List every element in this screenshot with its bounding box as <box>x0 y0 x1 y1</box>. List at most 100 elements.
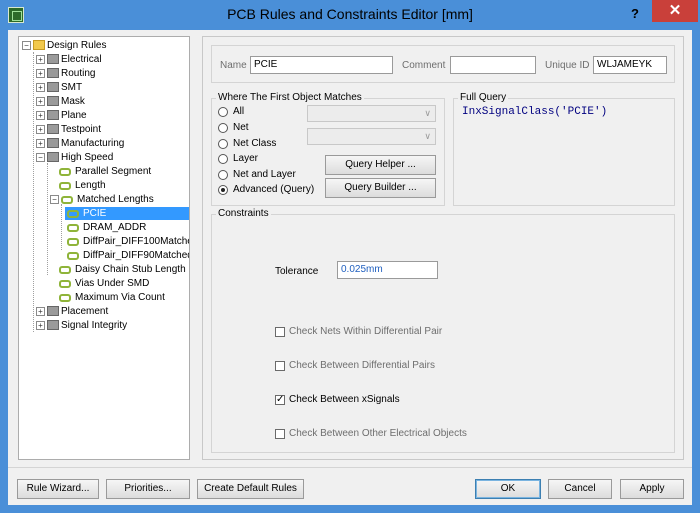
check-between-diff-pairs-checkbox[interactable] <box>275 361 285 371</box>
tree-item-vias-under-smd[interactable]: Vias Under SMD <box>51 277 189 290</box>
chevron-down-icon: ∨ <box>424 131 431 141</box>
check-between-xsignals-label: Check Between xSignals <box>289 394 400 405</box>
tree-item-pcie[interactable]: PCIE <box>65 207 189 220</box>
comment-label: Comment <box>402 60 446 71</box>
expand-toggle[interactable]: + <box>36 321 45 330</box>
collapse-toggle[interactable]: − <box>50 195 59 204</box>
tree-item-design-rules[interactable]: − Design Rules <box>21 39 189 52</box>
expand-toggle[interactable]: + <box>36 125 45 134</box>
chevron-down-icon: ∨ <box>424 108 431 118</box>
expand-toggle[interactable]: + <box>36 139 45 148</box>
electrical-icon <box>47 54 59 64</box>
cancel-button[interactable]: Cancel <box>548 479 612 499</box>
expand-toggle[interactable]: + <box>36 111 45 120</box>
tree-item-electrical[interactable]: + Electrical <box>35 53 189 66</box>
rule-icon <box>67 210 79 218</box>
unique-id-input[interactable]: WLJAMEYK <box>593 56 667 74</box>
tree-item-label: SMT <box>61 82 83 93</box>
window-title: PCB Rules and Constraints Editor [mm] <box>227 6 473 22</box>
rule-icon <box>67 238 79 246</box>
radio-advanced-query[interactable] <box>218 185 228 195</box>
tree-item-length[interactable]: Length <box>51 179 189 192</box>
ok-button[interactable]: OK <box>475 479 541 499</box>
full-query-text[interactable]: InxSignalClass('PCIE') <box>462 106 607 118</box>
tree-item-plane[interactable]: + Plane <box>35 109 189 122</box>
tolerance-input[interactable]: 0.025mm <box>337 261 438 279</box>
testpoint-icon <box>47 124 59 134</box>
priorities-button[interactable]: Priorities... <box>106 479 190 499</box>
unique-id-label: Unique ID <box>545 60 590 71</box>
tree-connector <box>33 52 34 332</box>
expand-toggle[interactable]: + <box>36 55 45 64</box>
tree-item-label: Matched Lengths <box>77 194 154 205</box>
plane-icon <box>47 110 59 120</box>
tree-item-label: DiffPair_DIFF100Matche <box>83 236 190 247</box>
radio-layer[interactable] <box>218 154 228 164</box>
tree-connector <box>61 204 62 250</box>
expand-toggle[interactable]: + <box>36 83 45 92</box>
expand-toggle[interactable]: + <box>36 307 45 316</box>
tree-item-label: DiffPair_DIFF90Matched <box>83 250 190 261</box>
check-between-xsignals-checkbox[interactable]: ✓ <box>275 395 285 405</box>
name-input[interactable]: PCIE <box>250 56 393 74</box>
high-speed-icon <box>47 152 59 162</box>
check-between-other-objects-checkbox[interactable] <box>275 429 285 439</box>
expand-toggle[interactable]: + <box>36 97 45 106</box>
collapse-toggle[interactable]: − <box>36 153 45 162</box>
help-button[interactable]: ? <box>624 4 646 24</box>
rule-icon <box>59 182 71 190</box>
full-query-title: Full Query <box>458 92 509 103</box>
tree-item-high-speed[interactable]: − High Speed <box>35 151 189 164</box>
query-helper-button[interactable]: Query Helper ... <box>325 155 436 175</box>
tree-item-matched-lengths[interactable]: − Matched Lengths <box>49 193 189 206</box>
check-nets-within-diff-pair-checkbox[interactable] <box>275 327 285 337</box>
tree-item-diffpair-diff90[interactable]: DiffPair_DIFF90Matched <box>65 249 189 262</box>
tree-item-mask[interactable]: + Mask <box>35 95 189 108</box>
tree-item-daisy-chain[interactable]: Daisy Chain Stub Length <box>51 263 189 276</box>
tree-item-label: Electrical <box>61 54 102 65</box>
tree-item-routing[interactable]: + Routing <box>35 67 189 80</box>
match-dropdown-2[interactable]: ∨ <box>307 128 436 145</box>
collapse-toggle[interactable]: − <box>22 41 31 50</box>
tree-item-dram-addr[interactable]: DRAM_ADDR <box>65 221 189 234</box>
rule-icon <box>59 294 71 302</box>
check-between-other-objects-label: Check Between Other Electrical Objects <box>289 428 467 439</box>
radio-net-class[interactable] <box>218 139 228 149</box>
apply-button[interactable]: Apply <box>620 479 684 499</box>
tree-item-manufacturing[interactable]: + Manufacturing <box>35 137 189 150</box>
rule-editor-panel: Name PCIE Comment Unique ID WLJAMEYK Whe… <box>202 36 684 460</box>
tree-item-smt[interactable]: + SMT <box>35 81 189 94</box>
tree-item-label: Design Rules <box>47 40 107 51</box>
create-default-rules-button[interactable]: Create Default Rules <box>197 479 304 499</box>
tree-item-placement[interactable]: + Placement <box>35 305 189 318</box>
tree-item-signal-integrity[interactable]: + Signal Integrity <box>35 319 189 332</box>
title-bar[interactable]: PCB Rules and Constraints Editor [mm] ? … <box>0 0 700 30</box>
radio-layer-label: Layer <box>233 153 259 164</box>
tree-item-testpoint[interactable]: + Testpoint <box>35 123 189 136</box>
footer-divider <box>8 467 692 468</box>
radio-net-and-layer-label: Net and Layer <box>233 169 296 180</box>
check-nets-within-diff-pair-label: Check Nets Within Differential Pair <box>289 326 443 337</box>
rules-tree[interactable]: − Design Rules + Electrical + Routing + … <box>18 36 190 460</box>
constraints-title: Constraints <box>216 208 271 219</box>
rule-icon <box>67 252 79 260</box>
close-button[interactable]: ✕ <box>652 0 698 22</box>
comment-input[interactable] <box>450 56 536 74</box>
tree-item-label: Testpoint <box>61 124 102 135</box>
tree-item-label: Length <box>75 180 106 191</box>
manufacturing-icon <box>47 138 59 148</box>
match-dropdown-1[interactable]: ∨ <box>307 105 436 122</box>
tree-item-parallel-segment[interactable]: Parallel Segment <box>51 165 189 178</box>
radio-all[interactable] <box>218 107 228 117</box>
rule-icon <box>59 266 71 274</box>
dialog-body: − Design Rules + Electrical + Routing + … <box>8 30 692 505</box>
expand-toggle[interactable]: + <box>36 69 45 78</box>
tree-item-label: PCIE <box>83 208 107 219</box>
tree-item-label: Manufacturing <box>61 138 125 149</box>
query-builder-button[interactable]: Query Builder ... <box>325 178 436 198</box>
radio-net-and-layer[interactable] <box>218 170 228 180</box>
radio-net[interactable] <box>218 123 228 133</box>
tree-item-max-via-count[interactable]: Maximum Via Count <box>51 291 189 304</box>
rule-wizard-button[interactable]: Rule Wizard... <box>17 479 99 499</box>
tree-item-diffpair-diff100[interactable]: DiffPair_DIFF100Matche <box>65 235 189 248</box>
